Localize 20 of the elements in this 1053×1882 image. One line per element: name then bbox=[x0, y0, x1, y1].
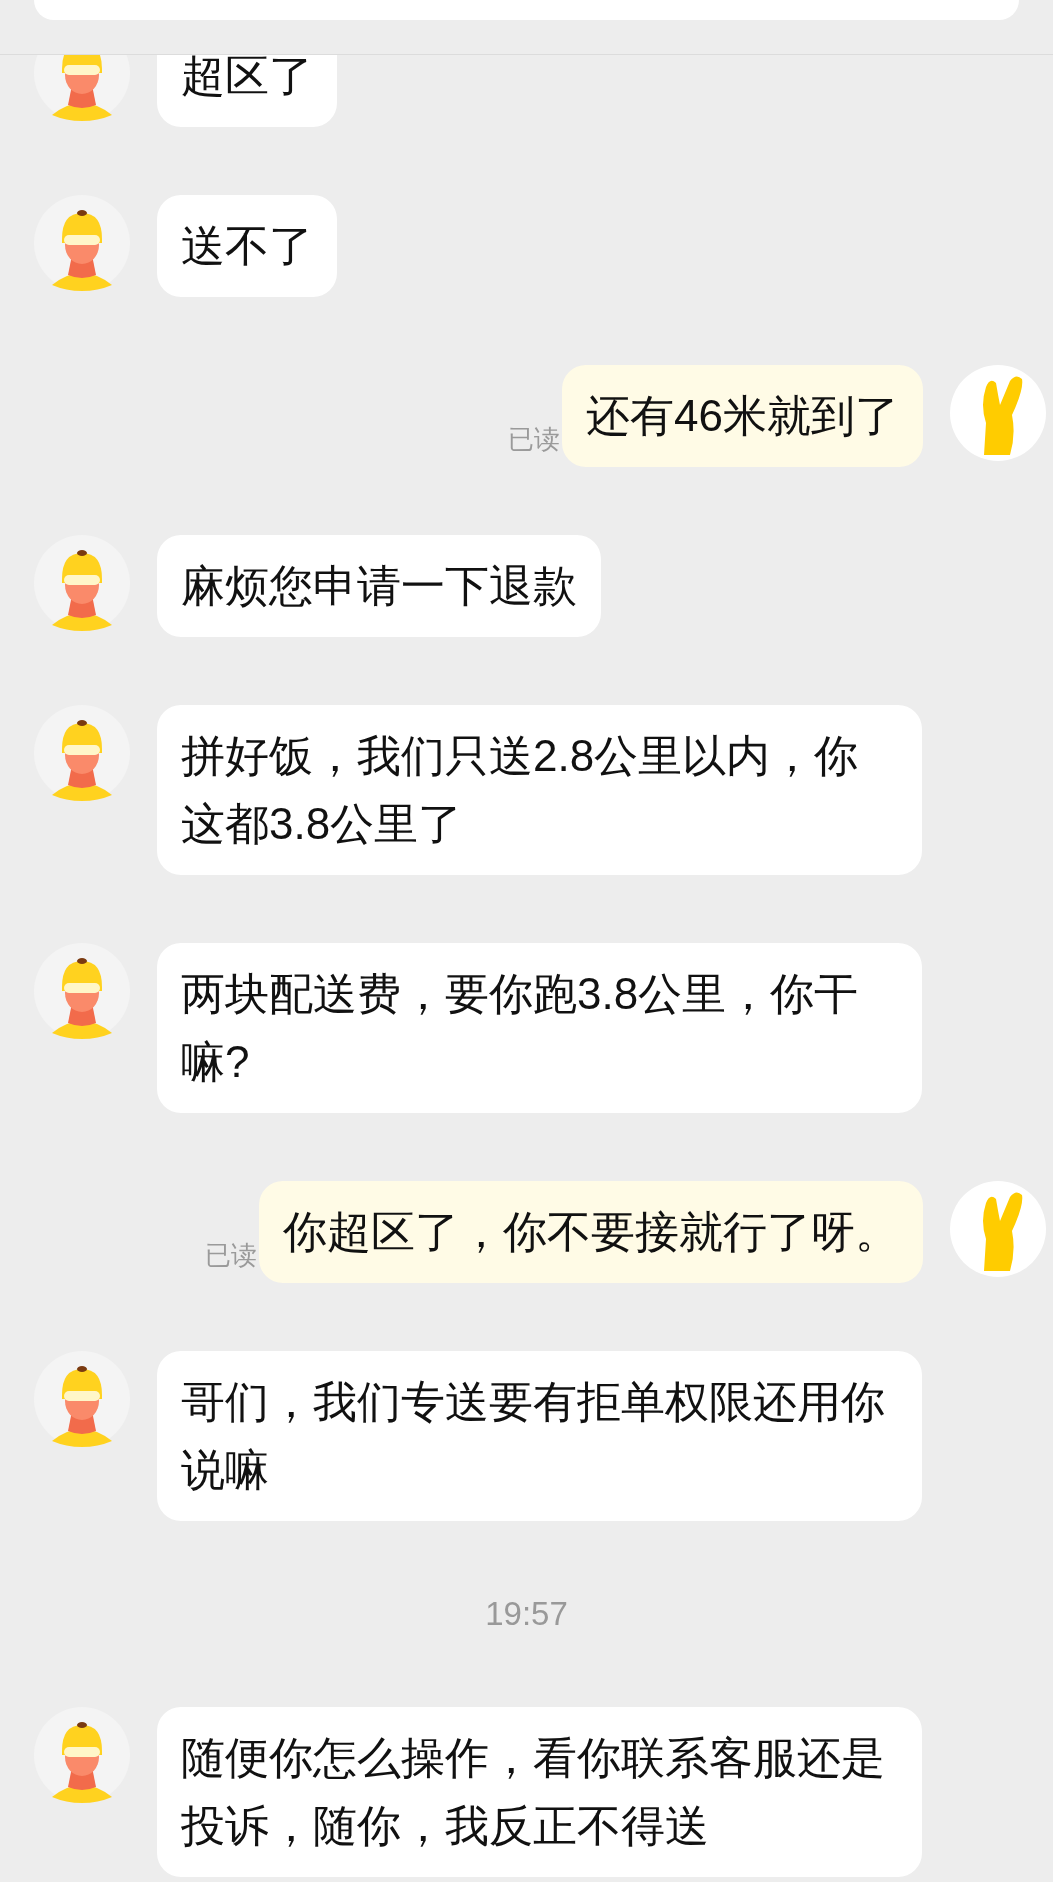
courier-avatar-icon bbox=[34, 943, 130, 1039]
courier-avatar-icon bbox=[34, 1351, 130, 1447]
read-receipt: 已读 bbox=[508, 423, 561, 456]
timestamp: 19:57 bbox=[485, 1595, 568, 1632]
message-bubble: 送不了 bbox=[157, 195, 337, 297]
courier-avatar-icon bbox=[34, 1707, 130, 1803]
courier-avatar-icon bbox=[34, 705, 130, 801]
user-avatar-icon bbox=[950, 365, 1046, 461]
read-receipt: 已读 bbox=[205, 1239, 257, 1272]
message-bubble: 哥们，我们专送要有拒单权限还用你说嘛 bbox=[157, 1351, 922, 1521]
user-avatar-icon bbox=[950, 1181, 1046, 1277]
message-bubble: 还有46米就到了 bbox=[562, 365, 923, 467]
message-bubble: 拼好饭，我们只送2.8公里以内，你这都3.8公里了 bbox=[157, 705, 922, 875]
courier-avatar-icon bbox=[34, 195, 130, 291]
message-bubble: 超区了 bbox=[157, 55, 337, 127]
message-bubble: 你超区了，你不要接就行了呀。 bbox=[259, 1181, 923, 1283]
message-bubble: 麻烦您申请一下退款 bbox=[157, 535, 601, 637]
message-bubble: 随便你怎么操作，看你联系客服还是投诉，随你，我反正不得送 bbox=[157, 1707, 922, 1877]
message-bubble: 两块配送费，要你跑3.8公里，你干嘛? bbox=[157, 943, 922, 1113]
courier-avatar-icon bbox=[34, 535, 130, 631]
